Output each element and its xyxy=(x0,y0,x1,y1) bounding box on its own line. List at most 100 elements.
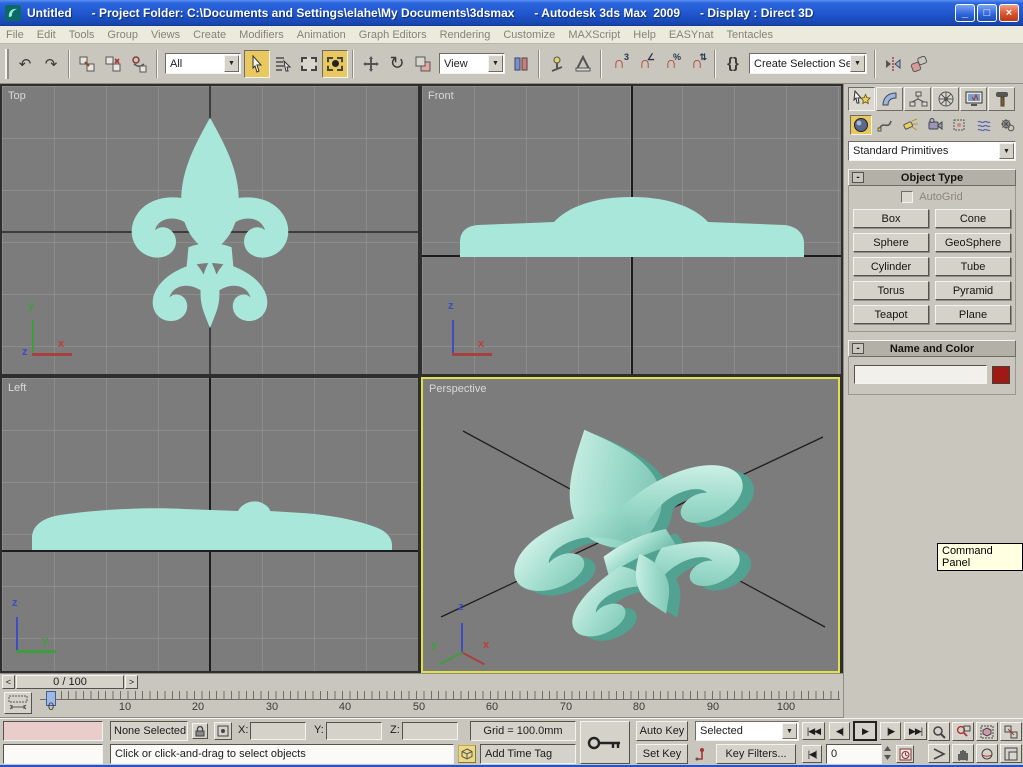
z-field[interactable] xyxy=(402,722,458,740)
tab-modify[interactable] xyxy=(876,87,903,111)
zoom-extents-button[interactable] xyxy=(976,722,998,741)
tab-create[interactable] xyxy=(848,87,875,111)
subtab-systems[interactable] xyxy=(997,115,1019,135)
viewport-top[interactable]: Top y x z xyxy=(2,86,418,374)
adaptive-degradation-button[interactable] xyxy=(458,745,476,763)
set-key-button[interactable]: Set Key xyxy=(636,744,688,764)
torus-button[interactable]: Torus xyxy=(853,281,929,300)
key-mode-toggle-button[interactable]: |◀| xyxy=(802,745,822,763)
object-name-field[interactable] xyxy=(854,365,987,384)
x-field[interactable] xyxy=(250,722,306,740)
prev-frame-arrow[interactable]: < xyxy=(2,675,15,689)
restore-button[interactable]: □ xyxy=(977,4,997,22)
subtab-cameras[interactable] xyxy=(924,115,946,135)
toggle-key-mode-button[interactable] xyxy=(580,721,630,764)
close-button[interactable]: × xyxy=(999,4,1019,22)
menu-tools[interactable]: Tools xyxy=(69,29,95,41)
current-frame-field[interactable]: 0 xyxy=(826,744,882,764)
select-and-move-button[interactable] xyxy=(358,50,384,78)
cone-button[interactable]: Cone xyxy=(935,209,1011,228)
go-to-start-button[interactable]: |◀◀ xyxy=(802,722,825,740)
viewport-front[interactable]: Front z x xyxy=(422,86,841,374)
selection-filter-dropdown[interactable]: All ▼ xyxy=(165,53,241,74)
subtab-space-warps[interactable] xyxy=(973,115,995,135)
field-of-view-button[interactable] xyxy=(928,744,950,763)
viewport-perspective[interactable]: Perspective z x y xyxy=(423,379,838,671)
time-slider-handle[interactable]: 0 / 100 xyxy=(16,675,124,689)
create-selection-set-combo[interactable]: Create Selection Set ▼ xyxy=(749,53,867,74)
unlink-selection-button[interactable] xyxy=(100,50,126,78)
object-color-swatch[interactable] xyxy=(992,366,1010,384)
track-bar-ruler[interactable]: 0 10 20 30 40 50 60 70 80 90 100 xyxy=(40,689,840,718)
cylinder-button[interactable]: Cylinder xyxy=(853,257,929,276)
select-and-rotate-button[interactable]: ↻ xyxy=(384,50,410,78)
object-type-header[interactable]: - Object Type xyxy=(848,169,1016,186)
pyramid-button[interactable]: Pyramid xyxy=(935,281,1011,300)
add-time-tag-field[interactable]: Add Time Tag xyxy=(480,744,576,764)
pan-button[interactable] xyxy=(952,744,974,763)
geosphere-button[interactable]: GeoSphere xyxy=(935,233,1011,252)
keyboard-override-button[interactable] xyxy=(570,50,596,78)
plane-button[interactable]: Plane xyxy=(935,305,1011,324)
select-and-scale-button[interactable] xyxy=(410,50,436,78)
next-frame-button[interactable]: |▶ xyxy=(880,722,901,740)
menu-graph-editors[interactable]: Graph Editors xyxy=(359,29,427,41)
play-button[interactable]: ▶ xyxy=(853,721,877,741)
menu-modifiers[interactable]: Modifiers xyxy=(239,29,284,41)
subtab-shapes[interactable] xyxy=(875,115,897,135)
teapot-button[interactable]: Teapot xyxy=(853,305,929,324)
align-button[interactable] xyxy=(906,50,932,78)
autogrid-checkbox[interactable] xyxy=(901,191,913,203)
auto-key-button[interactable]: Auto Key xyxy=(636,721,688,741)
absolute-mode-button[interactable] xyxy=(214,722,232,740)
percent-snap-button[interactable]: ∩% xyxy=(658,50,684,78)
toolbar-grip[interactable] xyxy=(5,49,9,79)
menu-maxscript[interactable]: MAXScript xyxy=(568,29,620,41)
menu-group[interactable]: Group xyxy=(107,29,138,41)
angle-snap-button[interactable]: ∩∠ xyxy=(632,50,658,78)
maxscript-mini-listener-pink[interactable] xyxy=(3,721,103,741)
subtab-helpers[interactable] xyxy=(948,115,970,135)
key-filter-dropdown[interactable]: Selected ▼ xyxy=(695,721,799,741)
y-field[interactable] xyxy=(326,722,382,740)
undo-button[interactable]: ↶ xyxy=(12,50,38,78)
time-configuration-button[interactable] xyxy=(896,745,914,763)
set-keys-icon-button[interactable] xyxy=(694,746,712,762)
snap-toggle-3d-button[interactable]: ∩3 xyxy=(606,50,632,78)
frame-spinner[interactable] xyxy=(882,744,892,764)
menu-customize[interactable]: Customize xyxy=(503,29,555,41)
menu-file[interactable]: File xyxy=(6,29,24,41)
window-crossing-button[interactable] xyxy=(322,50,348,78)
subtab-geometry[interactable] xyxy=(850,115,872,135)
name-color-header[interactable]: - Name and Color xyxy=(848,340,1016,357)
title-bar[interactable]: Untitled - Project Folder: C:\Documents … xyxy=(0,0,1023,26)
zoom-all-button[interactable] xyxy=(952,722,974,741)
maxscript-mini-listener-white[interactable] xyxy=(3,744,103,764)
next-frame-arrow[interactable]: > xyxy=(125,675,138,689)
viewport-left[interactable]: Left z y xyxy=(2,378,418,671)
box-button[interactable]: Box xyxy=(853,209,929,228)
select-by-name-button[interactable] xyxy=(270,50,296,78)
zoom-button[interactable] xyxy=(928,722,950,741)
menu-rendering[interactable]: Rendering xyxy=(440,29,491,41)
selection-lock-button[interactable] xyxy=(192,723,208,739)
spinner-snap-button[interactable]: ∩⇅ xyxy=(684,50,710,78)
menu-views[interactable]: Views xyxy=(151,29,180,41)
named-selection-sets-button[interactable]: {} xyxy=(720,50,746,78)
mirror-button[interactable] xyxy=(880,50,906,78)
use-pivot-center-button[interactable] xyxy=(508,50,534,78)
go-to-end-button[interactable]: ▶▶| xyxy=(904,722,927,740)
minimize-button[interactable]: _ xyxy=(955,4,975,22)
tab-hierarchy[interactable] xyxy=(904,87,931,111)
primitive-category-dropdown[interactable]: Standard Primitives ▼ xyxy=(848,141,1016,161)
open-mini-curve-editor-button[interactable] xyxy=(4,692,32,714)
zoom-extents-all-button[interactable] xyxy=(1000,722,1022,741)
menu-edit[interactable]: Edit xyxy=(37,29,56,41)
arc-rotate-button[interactable] xyxy=(976,744,998,763)
sphere-button[interactable]: Sphere xyxy=(853,233,929,252)
bind-to-space-warp-button[interactable] xyxy=(126,50,152,78)
menu-create[interactable]: Create xyxy=(193,29,226,41)
select-and-link-button[interactable] xyxy=(74,50,100,78)
reference-coordinate-dropdown[interactable]: View ▼ xyxy=(439,53,505,74)
select-object-button[interactable] xyxy=(244,50,270,78)
